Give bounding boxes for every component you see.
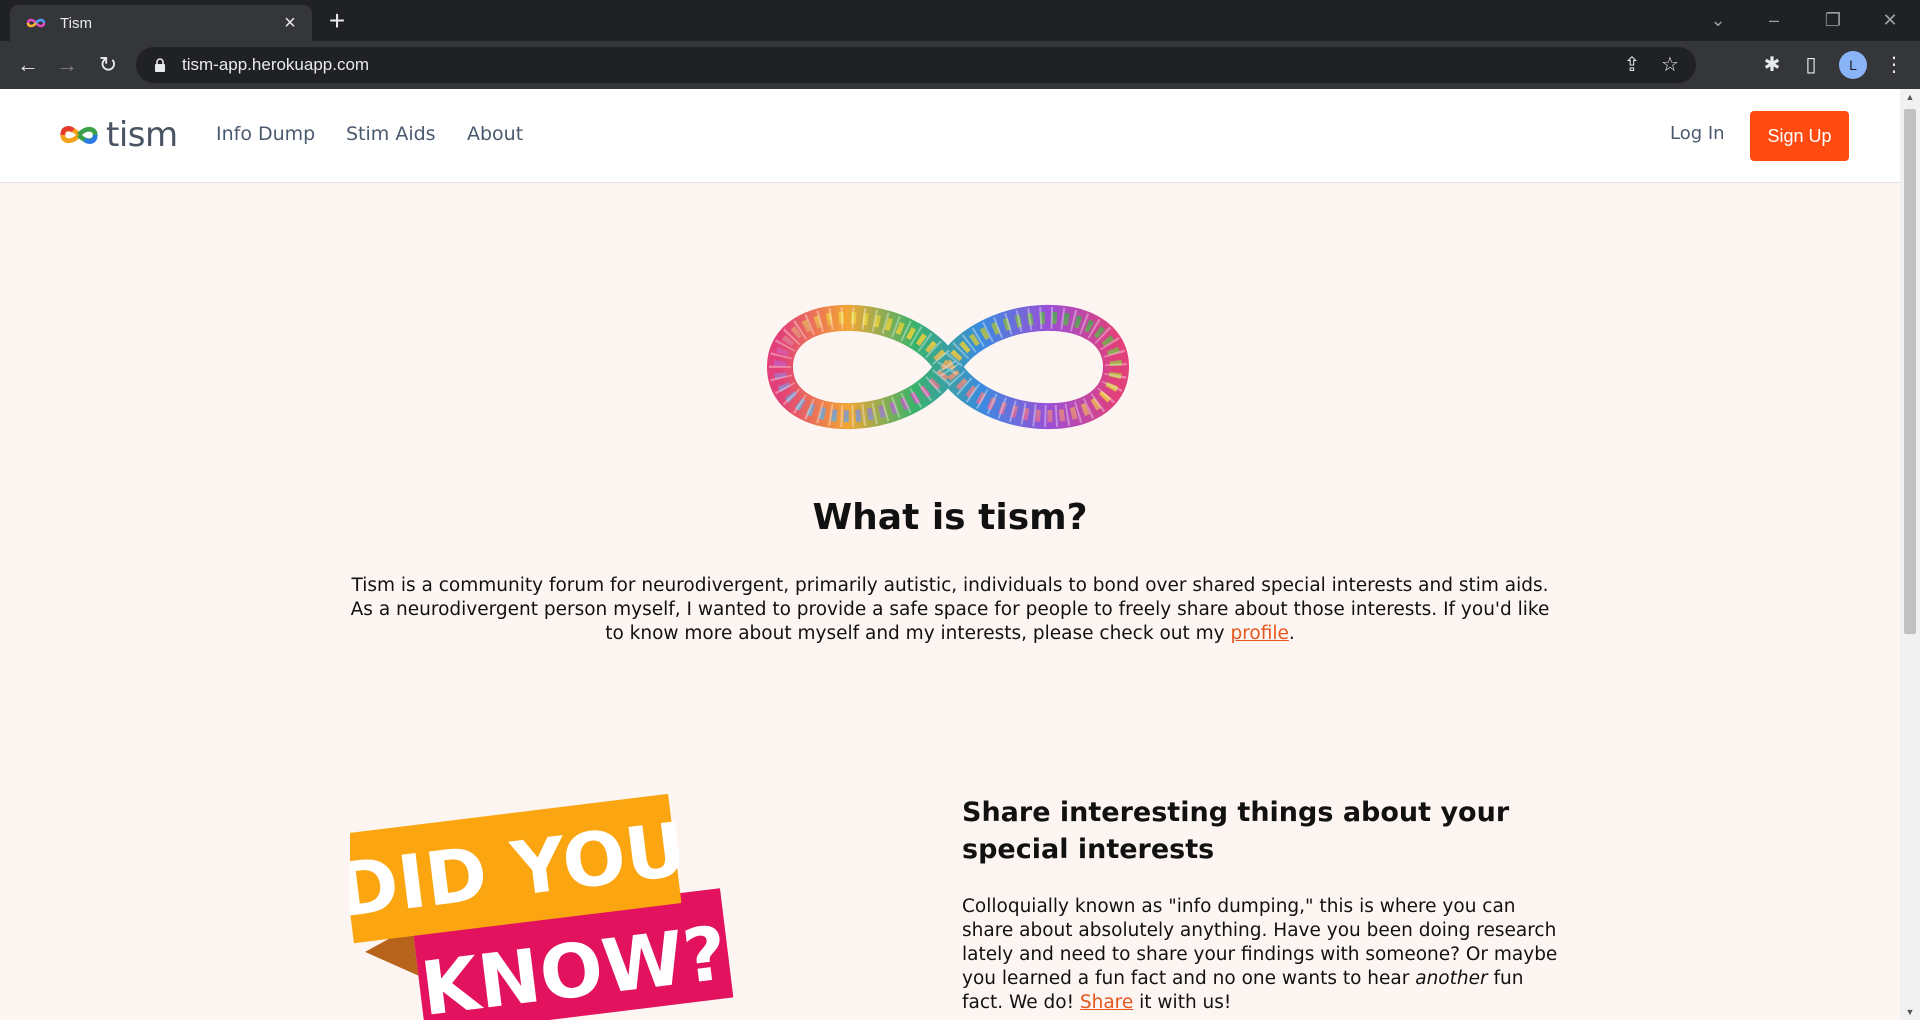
rainbow-infinity-image <box>766 304 1130 430</box>
lock-icon <box>155 58 165 72</box>
minimize-icon[interactable]: – <box>1756 6 1792 34</box>
scrollbar-thumb[interactable] <box>1904 109 1916 634</box>
share-icon[interactable]: ⇪ <box>1620 53 1644 77</box>
profile-avatar[interactable]: L <box>1839 51 1867 79</box>
nav-link-about[interactable]: About <box>467 123 523 145</box>
brand-name: tism <box>106 115 178 155</box>
tab-search-icon[interactable]: ⌄ <box>1700 6 1736 34</box>
login-link[interactable]: Log In <box>1670 123 1725 144</box>
hero-description: Tism is a community forum for neurodiver… <box>350 575 1550 644</box>
side-panel-icon[interactable]: ▯ <box>1797 51 1825 79</box>
extensions-icon[interactable]: ✱ <box>1758 51 1786 79</box>
browser-tab[interactable]: Tism × <box>10 5 312 41</box>
window-close-icon[interactable]: ✕ <box>1872 6 1908 34</box>
feature-title: Share interesting things about your spec… <box>962 797 1510 865</box>
browser-tabstrip: Tism × + ⌄ – ❐ ✕ <box>0 0 1920 41</box>
tab-close-icon[interactable]: × <box>280 13 300 33</box>
infinity-logo-icon <box>60 126 98 144</box>
hero-title: What is tism? <box>812 497 1088 538</box>
browser-menu-icon[interactable]: ⋮ <box>1880 51 1908 79</box>
bookmark-star-icon[interactable]: ☆ <box>1658 53 1682 77</box>
tism-favicon-icon <box>26 18 46 28</box>
browser-toolbar: ← → ↻ tism-app.herokuapp.com ⇪ ☆ ✱ ▯ L ⋮ <box>0 41 1920 89</box>
page-scrollbar[interactable]: ▲ ▼ <box>1900 89 1920 1020</box>
tab-title: Tism <box>60 14 92 32</box>
nav-link-stim-aids[interactable]: Stim Aids <box>346 123 436 145</box>
url-text[interactable]: tism-app.herokuapp.com <box>182 55 1620 75</box>
forward-icon[interactable]: → <box>53 51 81 79</box>
back-icon[interactable]: ← <box>14 51 42 79</box>
scroll-up-icon[interactable]: ▲ <box>1900 89 1920 105</box>
did-you-know-graphic: DID YOU KNOW? <box>350 793 734 1020</box>
page-viewport: tism Info Dump Stim Aids About Log In Si… <box>0 89 1900 1020</box>
signup-button[interactable]: Sign Up <box>1750 111 1849 161</box>
brand[interactable]: tism <box>58 113 178 157</box>
restore-icon[interactable]: ❐ <box>1815 6 1851 34</box>
address-bar[interactable]: tism-app.herokuapp.com ⇪ ☆ <box>136 47 1696 83</box>
share-link[interactable]: Share <box>1080 992 1133 1013</box>
site-navbar: tism Info Dump Stim Aids About Log In Si… <box>0 89 1900 183</box>
nav-link-info-dump[interactable]: Info Dump <box>216 123 315 145</box>
scroll-down-icon[interactable]: ▼ <box>1900 1004 1920 1020</box>
new-tab-icon[interactable]: + <box>323 7 351 36</box>
reload-icon[interactable]: ↻ <box>94 51 122 79</box>
profile-link[interactable]: profile <box>1230 623 1288 644</box>
feature-description: Colloquially known as "info dumping," th… <box>962 896 1558 1013</box>
